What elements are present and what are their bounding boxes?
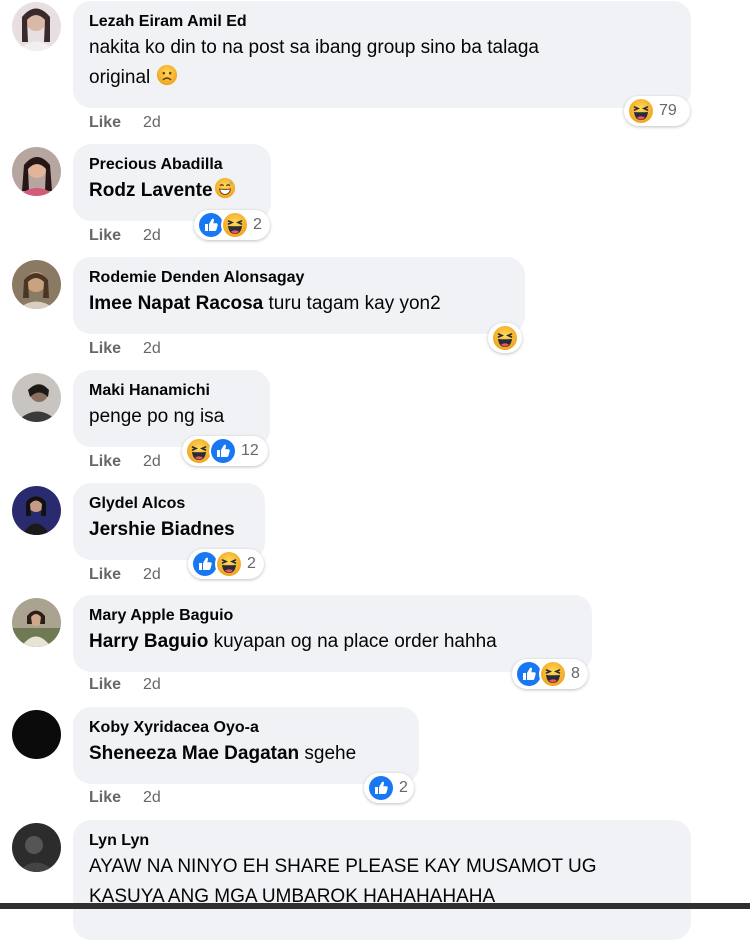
mention-link[interactable]: Sheneeza Mae Dagatan [89, 743, 299, 764]
comment-text: Imee Napat Racosa turu tagam kay yon2 [89, 289, 509, 319]
haha-reaction-icon [627, 97, 655, 125]
comment-author[interactable]: Rodemie Denden Alonsagay [89, 267, 509, 289]
comment-timestamp[interactable]: 2d [143, 676, 161, 693]
avatar[interactable] [12, 147, 61, 196]
comment-author[interactable]: Glydel Alcos [89, 493, 249, 515]
reaction-summary[interactable]: 8 [512, 659, 588, 689]
comment-bubble: Rodemie Denden Alonsagay Imee Napat Raco… [73, 257, 525, 334]
comment-timestamp[interactable]: 2d [143, 340, 161, 357]
avatar[interactable] [12, 373, 61, 422]
reaction-count: 79 [659, 102, 677, 119]
haha-reaction-icon [491, 324, 519, 352]
mention-link[interactable]: Imee Napat Racosa [89, 293, 263, 314]
reaction-summary[interactable]: 2 [194, 210, 270, 240]
like-reaction-icon [209, 437, 237, 465]
comment-bubble: Lezah Eiram Amil Ed nakita ko din to na … [73, 1, 691, 108]
comment-author[interactable]: Lyn Lyn [89, 830, 675, 852]
comment-actions: Like 2d [89, 227, 161, 245]
comment-actions: Like 2d [89, 566, 161, 584]
comment-body: kuyapan og na place order hahha [208, 631, 497, 652]
haha-reaction-icon [539, 660, 567, 688]
comment-bubble: Lyn Lyn AYAW NA NINYO EH SHARE PLEASE KA… [73, 820, 691, 940]
comment-author[interactable]: Koby Xyridacea Oyo-a [89, 717, 403, 739]
like-reaction-icon [367, 774, 395, 802]
like-button[interactable]: Like [89, 114, 121, 131]
reaction-count: 2 [399, 779, 408, 796]
comment-actions: Like 2d [89, 453, 161, 471]
reaction-summary[interactable] [488, 323, 522, 353]
reaction-count: 2 [253, 216, 262, 233]
like-button[interactable]: Like [89, 789, 121, 806]
avatar[interactable] [12, 598, 61, 647]
reaction-count: 2 [247, 555, 256, 572]
comment-bubble: Koby Xyridacea Oyo-a Sheneeza Mae Dagata… [73, 707, 419, 784]
avatar[interactable] [12, 260, 61, 309]
comment-timestamp[interactable]: 2d [143, 114, 161, 131]
comment-author[interactable]: Mary Apple Baguio [89, 605, 576, 627]
comment-text: Jershie Biadnes [89, 515, 249, 545]
comment-timestamp[interactable]: 2d [143, 566, 161, 583]
haha-reaction-icon [221, 211, 249, 239]
sad-emoji-icon [156, 64, 178, 86]
like-button[interactable]: Like [89, 227, 121, 244]
comment-bubble: Mary Apple Baguio Harry Baguio kuyapan o… [73, 595, 592, 672]
comment-body: sgehe [299, 743, 357, 764]
avatar[interactable] [12, 823, 61, 872]
mention-link[interactable]: Harry Baguio [89, 631, 208, 652]
mention-link[interactable]: Rodz Lavente [89, 180, 213, 201]
reaction-summary[interactable]: 79 [624, 96, 690, 126]
reaction-summary[interactable]: 2 [188, 549, 264, 579]
reaction-count: 8 [571, 665, 580, 682]
avatar[interactable] [12, 710, 61, 759]
reaction-summary[interactable]: 2 [364, 773, 414, 803]
comment-actions: Like 2d [89, 340, 161, 358]
haha-reaction-icon [215, 550, 243, 578]
comment-text-line2: original [89, 63, 675, 93]
comment-actions: Like 2d [89, 114, 161, 132]
like-button[interactable]: Like [89, 453, 121, 470]
comment-actions: Like 2d [89, 676, 161, 694]
grin-sweat-emoji-icon [214, 177, 236, 199]
comment-author[interactable]: Maki Hanamichi [89, 380, 254, 402]
like-button[interactable]: Like [89, 566, 121, 583]
reaction-summary[interactable]: 12 [182, 436, 268, 466]
avatar[interactable] [12, 486, 61, 535]
like-button[interactable]: Like [89, 676, 121, 693]
comment-text: penge po ng isa [89, 406, 225, 427]
mention-link[interactable]: Jershie Biadnes [89, 519, 235, 540]
like-button[interactable]: Like [89, 340, 121, 357]
comment-body: turu tagam kay yon2 [263, 293, 441, 314]
comment-text: Harry Baguio kuyapan og na place order h… [89, 627, 576, 657]
comment-actions: Like 2d [89, 789, 161, 807]
comment-text: Rodz Lavente [89, 176, 255, 206]
avatar[interactable] [12, 2, 61, 51]
comment-author[interactable]: Lezah Eiram Amil Ed [89, 11, 675, 33]
comment-text: nakita ko din to na post sa ibang group … [89, 37, 539, 58]
comment-timestamp[interactable]: 2d [143, 789, 161, 806]
window-bottom-edge [0, 903, 750, 909]
comment-timestamp[interactable]: 2d [143, 453, 161, 470]
comment-timestamp[interactable]: 2d [143, 227, 161, 244]
reaction-count: 12 [241, 442, 259, 459]
comment-author[interactable]: Precious Abadilla [89, 154, 255, 176]
comment-text: Sheneeza Mae Dagatan sgehe [89, 739, 403, 769]
comment-text: AYAW NA NINYO EH SHARE PLEASE KAY MUSAMO… [89, 856, 597, 877]
